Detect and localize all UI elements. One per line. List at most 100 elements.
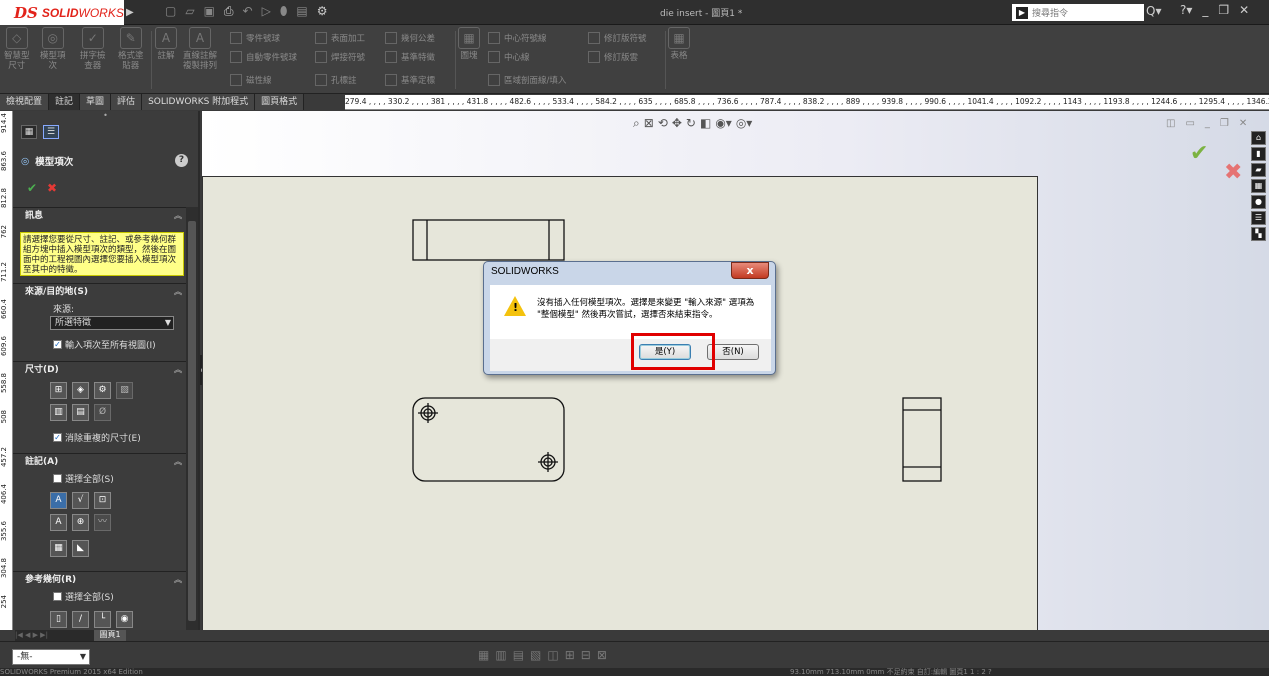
pm-scrollbar[interactable]: [186, 207, 198, 630]
property-manager-tab-icon[interactable]: ☰: [43, 125, 59, 139]
ribbon-weld-symbol[interactable]: 焊接符號: [315, 49, 365, 64]
help-icon[interactable]: ?: [175, 154, 188, 167]
file-properties-icon[interactable]: ▤: [296, 4, 307, 21]
caterpillar-icon[interactable]: ◣: [72, 540, 89, 557]
line-thickness-icon[interactable]: ▤: [513, 648, 524, 662]
feature-manager-tab-icon[interactable]: ▦: [21, 125, 37, 139]
solidworks-logo[interactable]: DS SOLIDWORKS: [0, 0, 124, 25]
tab-sheet-format[interactable]: 圖頁格式: [255, 94, 305, 110]
ribbon-center-mark[interactable]: 中心符號線: [488, 30, 547, 45]
origin-icon[interactable]: └: [94, 611, 111, 628]
align-icon[interactable]: ⊟: [581, 648, 591, 662]
custom-properties-icon[interactable]: ☰: [1251, 211, 1266, 225]
annotations-group-header[interactable]: 註記(A) ︽: [13, 453, 186, 469]
ribbon-balloon[interactable]: 零件號球: [230, 30, 280, 45]
point-icon[interactable]: ◉: [116, 611, 133, 628]
model-items-button[interactable]: ◎ 模型項 次: [40, 27, 66, 71]
doc-restore-icon[interactable]: ❐: [1220, 118, 1229, 129]
source-group-header[interactable]: 來源/目的地(S) ︽: [13, 283, 186, 299]
line-style-icon[interactable]: ▧: [530, 648, 541, 662]
ribbon-datum-target[interactable]: 基準定標: [385, 72, 435, 87]
forum-icon[interactable]: ▚: [1251, 227, 1266, 241]
home-icon[interactable]: ⌂: [1251, 131, 1266, 145]
tab-evaluate[interactable]: 評估: [111, 94, 143, 110]
view-palette-icon[interactable]: ▦: [1251, 179, 1266, 193]
weld-icon[interactable]: 〰: [94, 514, 111, 531]
split-view-icon[interactable]: ◫: [1166, 118, 1175, 129]
tab-addins[interactable]: SOLIDWORKS 附加程式: [142, 94, 256, 110]
select-all-annotations-checkbox[interactable]: 選擇全部(S): [53, 472, 114, 485]
reference-geometry-group-header[interactable]: 參考幾何(R) ︽: [13, 571, 186, 587]
appearances-icon[interactable]: ●: [1251, 195, 1266, 209]
ribbon-geometric-tolerance[interactable]: 幾何公差: [385, 30, 435, 45]
notes-icon[interactable]: A: [50, 492, 67, 509]
hide-show-icon[interactable]: ◉▾: [715, 116, 732, 131]
marked-for-drawing-icon[interactable]: ⊞: [50, 382, 67, 399]
rotate-icon[interactable]: ↻: [686, 116, 696, 131]
pan-icon[interactable]: ✥: [672, 116, 682, 131]
tolerance-dimension-icon[interactable]: ▧: [116, 382, 133, 399]
restore-icon[interactable]: ❐: [1218, 3, 1229, 17]
line-color-icon[interactable]: ▥: [495, 648, 506, 662]
dimensions-group-header[interactable]: 尺寸(D) ︽: [13, 361, 186, 377]
ribbon-centerline[interactable]: 中心線: [488, 49, 530, 64]
eliminate-duplicates-checkbox[interactable]: ✓ 消除重複的尺寸(E): [53, 431, 141, 444]
cancel-button[interactable]: ✖: [47, 181, 57, 195]
note-button[interactable]: A 註解: [155, 27, 177, 61]
source-select[interactable]: 所選特徵 ▼: [50, 316, 174, 330]
resources-icon[interactable]: ▮: [1251, 147, 1266, 161]
command-search-input[interactable]: ▶ 搜尋指令: [1012, 4, 1144, 21]
folder-icon[interactable]: ▰: [1251, 163, 1266, 177]
tables-button[interactable]: ▦ 表格: [668, 27, 690, 61]
surface-finish-icon[interactable]: √: [72, 492, 89, 509]
geometric-tolerance-icon[interactable]: ⊡: [94, 492, 111, 509]
ribbon-revision-symbol[interactable]: 修訂版符號: [588, 30, 647, 45]
scroll-thumb[interactable]: [188, 221, 196, 621]
cosmetic-thread-icon[interactable]: ▦: [50, 540, 67, 557]
ok-button[interactable]: ✔: [27, 181, 37, 195]
tile-icon[interactable]: ▭: [1185, 118, 1194, 129]
datum-icon[interactable]: A: [50, 514, 67, 531]
drawing-sheet[interactable]: [202, 176, 1038, 630]
tab-annotation[interactable]: 註記: [49, 94, 81, 110]
save-icon[interactable]: ▣: [204, 4, 215, 21]
datum-target-icon[interactable]: ⊕: [72, 514, 89, 531]
select-all-reference-checkbox[interactable]: 選擇全部(S): [53, 590, 114, 603]
blocks-button[interactable]: ▦ 圖塊: [458, 27, 480, 61]
confirmation-cancel-icon[interactable]: ✖: [1224, 160, 1242, 185]
sheet-nav-arrows[interactable]: |◀ ◀ ▶ ▶|: [15, 630, 95, 641]
minimize-icon[interactable]: _: [1202, 3, 1208, 17]
smart-dimension-button[interactable]: ◇ 智慧型 尺寸: [4, 27, 30, 71]
pm-collapse-dot[interactable]: •: [13, 111, 198, 123]
hole-wizard-locations-icon[interactable]: ▤: [72, 404, 89, 421]
ribbon-auto-balloon[interactable]: 自動零件號球: [230, 49, 297, 64]
plane-icon[interactable]: ▯: [50, 611, 67, 628]
options-gear-icon[interactable]: ⚙: [317, 4, 328, 21]
open-icon[interactable]: ▱: [185, 4, 194, 21]
new-document-icon[interactable]: ▢: [165, 4, 176, 21]
ribbon-magnetic-line[interactable]: 磁性線: [230, 72, 272, 87]
axis-icon[interactable]: /: [72, 611, 89, 628]
doc-minimize-icon[interactable]: _: [1205, 118, 1210, 129]
ribbon-datum-feature[interactable]: 基準特徵: [385, 49, 435, 64]
layer-properties-icon[interactable]: ▦: [478, 648, 489, 662]
ribbon-hole-callout[interactable]: 孔標註: [315, 72, 357, 87]
zoom-to-area-icon[interactable]: ⊠: [644, 116, 654, 131]
spell-checker-button[interactable]: ✓ 拼字檢 查器: [80, 27, 106, 71]
group-icon[interactable]: ⊠: [597, 648, 607, 662]
previous-view-icon[interactable]: ⟲: [658, 116, 668, 131]
confirmation-ok-icon[interactable]: ✔: [1190, 141, 1208, 166]
menu-expand-arrow-icon[interactable]: ▶: [126, 4, 138, 21]
ribbon-area-hatch[interactable]: 區域剖面線/填入: [488, 72, 566, 87]
hide-edge-icon[interactable]: ◫: [547, 648, 558, 662]
select-icon[interactable]: ▷: [262, 4, 271, 21]
tab-sketch[interactable]: 草圖: [80, 94, 112, 110]
sheet-tab[interactable]: 圖頁1: [94, 630, 126, 641]
message-group-header[interactable]: 訊息 ︽: [13, 207, 186, 223]
instance-count-icon[interactable]: ⚙: [94, 382, 111, 399]
print-icon[interactable]: ⎙: [224, 4, 234, 21]
zoom-to-fit-icon[interactable]: ⌕: [633, 116, 640, 131]
close-icon[interactable]: ✕: [1239, 3, 1249, 17]
not-marked-icon[interactable]: ◈: [72, 382, 89, 399]
linear-note-pattern-button[interactable]: A 直線註解 複製排列: [183, 27, 217, 71]
